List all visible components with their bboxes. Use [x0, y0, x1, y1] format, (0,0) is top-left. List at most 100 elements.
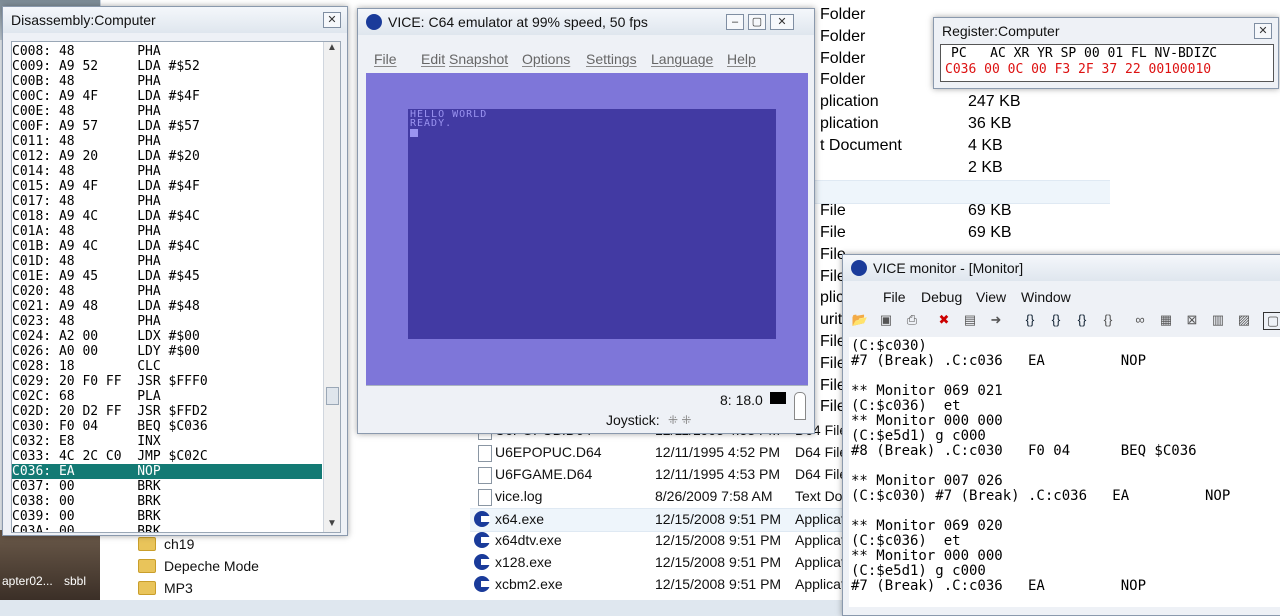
console-line: (C:$c030)	[851, 338, 927, 354]
disassembly-line[interactable]: C009: A9 52 LDA #$52	[12, 59, 322, 74]
register-titlebar[interactable]: Register:Computer ✕	[934, 18, 1278, 44]
registers-icon[interactable]: ⊠	[1183, 312, 1201, 328]
console-line: #8 (Break) .C:c030 F0 04 BEQ $C036	[851, 443, 1197, 459]
menu-edit[interactable]: Edit	[421, 51, 445, 67]
close-icon[interactable]: ✕	[1254, 23, 1272, 39]
disassembly-line[interactable]: C015: A9 4F LDA #$4F	[12, 179, 322, 194]
disassembly-line[interactable]: C038: 00 BRK	[12, 494, 322, 509]
disassembly-icon[interactable]: ▨	[1235, 312, 1253, 328]
file-name: vice.log	[495, 488, 543, 504]
menu-debug[interactable]: Debug	[921, 289, 962, 305]
menu-file[interactable]: File	[374, 51, 397, 67]
disassembly-line[interactable]: C023: 48 PHA	[12, 314, 322, 329]
volume-icon[interactable]	[794, 392, 806, 420]
c64-logo-icon	[851, 260, 867, 276]
monitor-console[interactable]: (C:$c030) #7 (Break) .C:c036 EA NOP ** Mon…	[849, 337, 1280, 607]
disassembly-line[interactable]: C029: 20 F0 FF JSR $FFF0	[12, 374, 322, 389]
disassembly-line[interactable]: C028: 18 CLC	[12, 359, 322, 374]
disassembly-line[interactable]: C00B: 48 PHA	[12, 74, 322, 89]
stop-icon[interactable]: ✖	[935, 312, 953, 328]
c64-icon	[474, 532, 490, 548]
file-size-cell: 36 KB	[968, 115, 1012, 132]
tree-item[interactable]: Depeche Mode	[138, 556, 259, 576]
tree-item-label: MP3	[164, 580, 193, 596]
disassembly-line[interactable]: C033: 4C 2C C0 JMP $C02C	[12, 449, 322, 464]
monitor-titlebar[interactable]: VICE monitor - [Monitor]	[843, 255, 1280, 281]
menu-window[interactable]: Window	[1021, 289, 1071, 305]
memory-icon[interactable]: ▥	[1209, 312, 1227, 328]
disassembly-line[interactable]: C032: E8 INX	[12, 434, 322, 449]
disassembly-line[interactable]: C02C: 68 PLA	[12, 389, 322, 404]
c64-screen-border[interactable]: HELLO WORLD READY.	[366, 73, 808, 385]
breakpoint-icon[interactable]: ▦	[1157, 312, 1175, 328]
step-into-icon[interactable]: {}	[1021, 312, 1039, 328]
disassembly-listing[interactable]: ▲ ▼ C008: 48 PHA C009: A9 52 LDA #$52 C00B…	[11, 41, 341, 533]
disassembly-line[interactable]: C008: 48 PHA	[12, 44, 322, 59]
menu-language[interactable]: Language	[651, 51, 713, 67]
save-icon[interactable]: ▣	[877, 312, 895, 328]
disassembly-line[interactable]: C03A: 00 BRK	[12, 524, 322, 532]
disassembly-line[interactable]: C017: 48 PHA	[12, 194, 322, 209]
disassembly-line[interactable]: C026: A0 00 LDY #$00	[12, 344, 322, 359]
tree-item-label: Depeche Mode	[164, 558, 259, 574]
console-line: ** Monitor 000 000	[851, 548, 1003, 564]
disassembly-line[interactable]: C01D: 48 PHA	[12, 254, 322, 269]
menu-settings[interactable]: Settings	[586, 51, 637, 67]
disassembly-titlebar[interactable]: Disassembly:Computer ✕	[3, 7, 347, 33]
menu-help[interactable]: Help	[727, 51, 756, 67]
disassembly-line[interactable]: C00F: A9 57 LDA #$57	[12, 119, 322, 134]
scroll-down-icon[interactable]: ▼	[324, 518, 340, 532]
disassembly-line[interactable]: C037: 00 BRK	[12, 479, 322, 494]
tree-item[interactable]: ch19	[138, 534, 194, 554]
run-icon[interactable]: ➜	[987, 312, 1005, 328]
c64-screen[interactable]: HELLO WORLD READY.	[408, 109, 776, 339]
view-icon[interactable]: ▤	[961, 312, 979, 328]
disassembly-line[interactable]: C021: A9 48 LDA #$48	[12, 299, 322, 314]
file-type-cell: plication	[820, 115, 879, 132]
print-icon[interactable]: ⎙	[903, 312, 921, 328]
disassembly-line[interactable]: C01B: A9 4C LDA #$4C	[12, 239, 322, 254]
disassembly-line[interactable]: C020: 48 PHA	[12, 284, 322, 299]
disassembly-line[interactable]: C018: A9 4C LDA #$4C	[12, 209, 322, 224]
maximize-icon[interactable]: ▢	[748, 14, 766, 30]
close-icon[interactable]: ✕	[770, 14, 794, 30]
disassembly-line[interactable]: C01E: A9 45 LDA #$45	[12, 269, 322, 284]
disassembly-line[interactable]: C02D: 20 D2 FF JSR $FFD2	[12, 404, 322, 419]
disassembly-line[interactable]: C01A: 48 PHA	[12, 224, 322, 239]
screen-line: READY.	[410, 118, 453, 129]
minimize-icon[interactable]: –	[726, 14, 744, 30]
disassembly-line[interactable]: C014: 48 PHA	[12, 164, 322, 179]
step-out-icon[interactable]: {}	[1073, 312, 1091, 328]
watch-icon[interactable]: ∞	[1131, 312, 1149, 328]
tree-item[interactable]: MP3	[138, 578, 193, 598]
disassembly-line[interactable]: C012: A9 20 LDA #$20	[12, 149, 322, 164]
scrollbar-thumb[interactable]	[326, 387, 339, 405]
console-line: ** Monitor 007 026	[851, 473, 1003, 489]
register-values[interactable]: C036 00 0C 00 F3 2F 37 22 00100010	[945, 62, 1211, 78]
close-icon[interactable]: ✕	[323, 12, 341, 28]
disassembly-line[interactable]: C00E: 48 PHA	[12, 104, 322, 119]
thumbnail-image[interactable]: apter02... sbbl	[0, 530, 100, 600]
scroll-up-icon[interactable]: ▲	[324, 42, 340, 56]
file-date: 12/11/1995 4:53 PM	[655, 466, 781, 482]
console-icon[interactable]: ▢	[1263, 312, 1280, 330]
file-type-cell: File	[820, 224, 846, 241]
disassembly-line[interactable]: C024: A2 00 LDX #$00	[12, 329, 322, 344]
disassembly-line[interactable]: C030: F0 04 BEQ $C036	[12, 419, 322, 434]
thumbnail-label: apter02...	[2, 574, 53, 588]
disassembly-line[interactable]: C039: 00 BRK	[12, 509, 322, 524]
menu-view[interactable]: View	[976, 289, 1006, 305]
register-window: Register:Computer ✕ PC AC XR YR SP 00 01…	[933, 17, 1279, 89]
vice-titlebar[interactable]: VICE: C64 emulator at 99% speed, 50 fps …	[358, 9, 814, 35]
selected-row[interactable]	[810, 180, 1110, 204]
return-icon[interactable]: {}	[1099, 312, 1117, 328]
disassembly-line[interactable]: C036: EA NOP	[12, 464, 322, 479]
vertical-scrollbar[interactable]: ▲ ▼	[323, 42, 340, 532]
disassembly-line[interactable]: C00C: A9 4F LDA #$4F	[12, 89, 322, 104]
open-icon[interactable]: 📂	[851, 312, 869, 328]
disassembly-line[interactable]: C011: 48 PHA	[12, 134, 322, 149]
menu-options[interactable]: Options	[522, 51, 570, 67]
step-over-icon[interactable]: {}	[1047, 312, 1065, 328]
menu-file[interactable]: File	[883, 289, 906, 305]
menu-snapshot[interactable]: Snapshot	[449, 51, 508, 67]
